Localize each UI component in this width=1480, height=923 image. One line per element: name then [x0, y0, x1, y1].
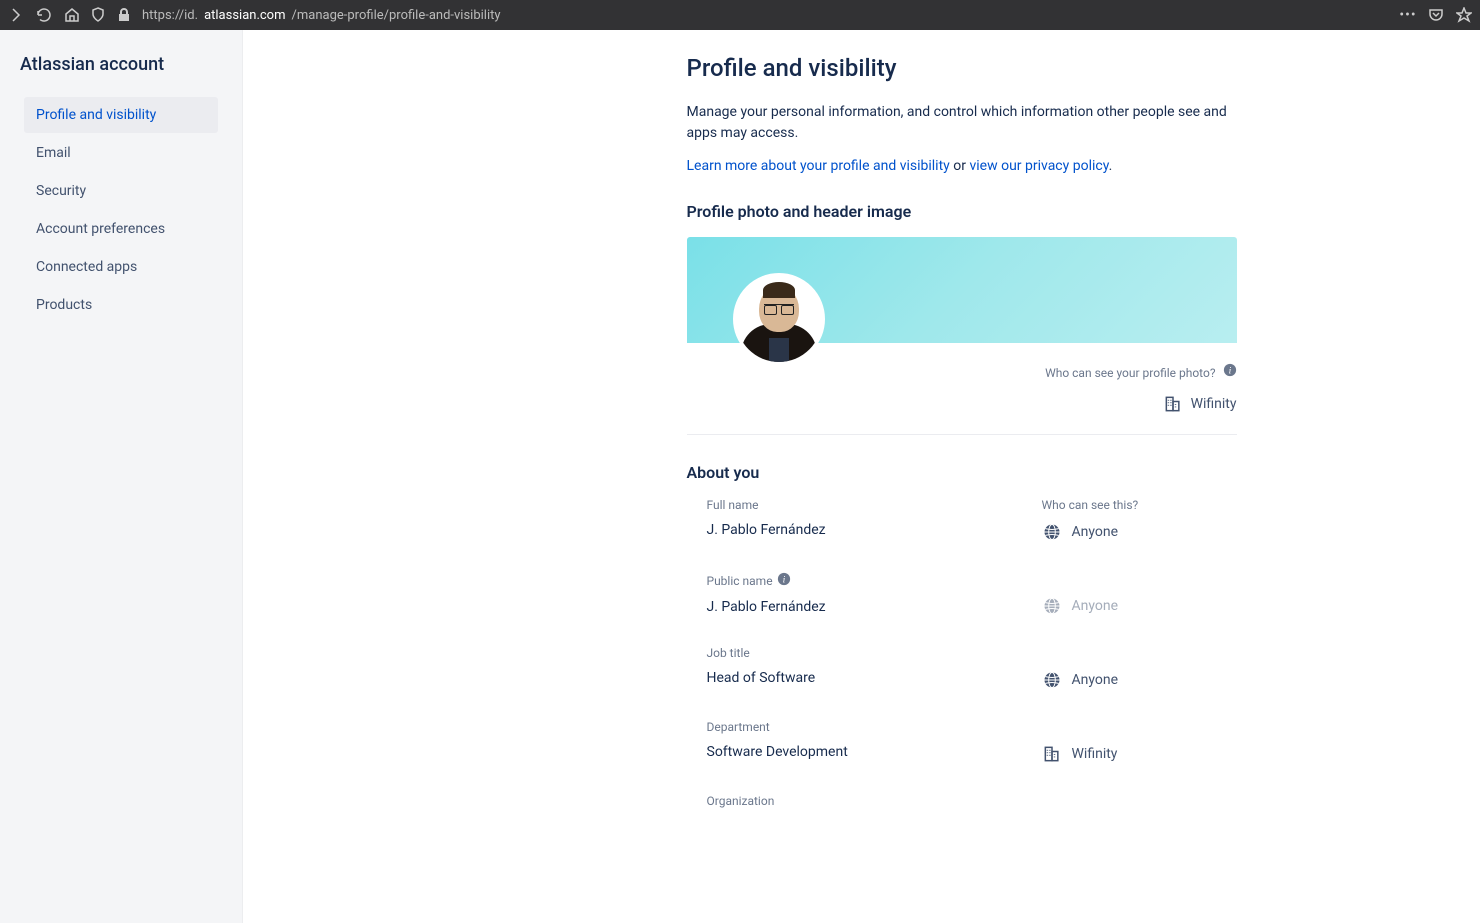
- url-path: /manage-profile/profile-and-visibility: [292, 8, 501, 23]
- main-content: Profile and visibility Manage your perso…: [243, 30, 1480, 923]
- sidebar-item-products[interactable]: Products: [24, 287, 218, 323]
- learn-more-link[interactable]: Learn more about your profile and visibi…: [687, 158, 950, 174]
- info-icon[interactable]: i: [777, 572, 791, 589]
- sidebar-item-profile[interactable]: Profile and visibility: [24, 97, 218, 133]
- info-icon[interactable]: i: [1223, 366, 1237, 380]
- avatar[interactable]: [733, 273, 825, 365]
- sidebar-item-apps[interactable]: Connected apps: [24, 249, 218, 285]
- sidebar: Atlassian account Profile and visibility…: [0, 30, 243, 923]
- field-row-jobtitle: Job title Head of Software Anyone: [687, 646, 1237, 690]
- url-prefix: https://id.: [142, 8, 198, 23]
- field-value-publicname[interactable]: J. Pablo Fernández: [707, 599, 1042, 615]
- globe-icon: [1042, 522, 1062, 542]
- photo-visibility-label: Who can see your profile photo? i: [687, 363, 1237, 380]
- svg-text:i: i: [782, 575, 785, 586]
- visibility-selector[interactable]: Wifinity: [1042, 744, 1237, 764]
- about-heading: About you: [687, 463, 1237, 482]
- divider: [687, 434, 1237, 435]
- page-links: Learn more about your profile and visibi…: [687, 158, 1237, 174]
- sidebar-title: Atlassian account: [20, 54, 234, 75]
- visibility-selector[interactable]: Anyone: [1042, 670, 1237, 690]
- lock-icon[interactable]: [116, 7, 132, 23]
- field-value-department[interactable]: Software Development: [707, 744, 1042, 760]
- field-label: Full name: [707, 498, 1042, 512]
- field-value-jobtitle[interactable]: Head of Software: [707, 670, 1042, 686]
- field-row-fullname: Full name J. Pablo Fernández Who can see…: [687, 498, 1237, 542]
- building-icon: [1042, 744, 1062, 764]
- shield-icon[interactable]: [90, 7, 106, 23]
- field-row-publicname: Public name i J. Pablo Fernández Anyone: [687, 572, 1237, 616]
- field-label: Public name i: [707, 572, 1042, 589]
- home-icon[interactable]: [64, 7, 80, 23]
- field-label: Organization: [707, 794, 1042, 808]
- svg-text:i: i: [1228, 366, 1231, 377]
- page-title: Profile and visibility: [687, 54, 1237, 82]
- photo-section-heading: Profile photo and header image: [687, 202, 1237, 221]
- visibility-selector[interactable]: Anyone: [1042, 522, 1237, 542]
- sidebar-item-preferences[interactable]: Account preferences: [24, 211, 218, 247]
- more-icon[interactable]: •••: [1400, 7, 1416, 23]
- building-icon: [1163, 394, 1183, 414]
- field-label: Job title: [707, 646, 1042, 660]
- privacy-link[interactable]: view our privacy policy: [969, 158, 1108, 174]
- url-bar[interactable]: https://id. atlassian.com/manage-profile/…: [142, 8, 1390, 23]
- browser-toolbar: https://id. atlassian.com/manage-profile/…: [0, 0, 1480, 30]
- header-image[interactable]: [687, 237, 1237, 343]
- reload-icon[interactable]: [36, 7, 52, 23]
- page-description: Manage your personal information, and co…: [687, 102, 1237, 144]
- star-icon[interactable]: [1456, 7, 1472, 23]
- globe-icon: [1042, 596, 1062, 616]
- forward-icon[interactable]: [8, 7, 24, 23]
- url-domain: atlassian.com: [204, 8, 285, 23]
- photo-visibility-value[interactable]: Wifinity: [687, 394, 1237, 414]
- pocket-icon[interactable]: [1428, 7, 1444, 23]
- globe-icon: [1042, 670, 1062, 690]
- sidebar-item-email[interactable]: Email: [24, 135, 218, 171]
- field-row-organization: Organization: [687, 794, 1237, 818]
- field-value-fullname[interactable]: J. Pablo Fernández: [707, 522, 1042, 538]
- field-row-department: Department Software Development Wifinity: [687, 720, 1237, 764]
- field-label: Department: [707, 720, 1042, 734]
- visibility-selector-disabled: Anyone: [1042, 596, 1237, 616]
- who-can-see-header: Who can see this?: [1042, 498, 1237, 512]
- sidebar-item-security[interactable]: Security: [24, 173, 218, 209]
